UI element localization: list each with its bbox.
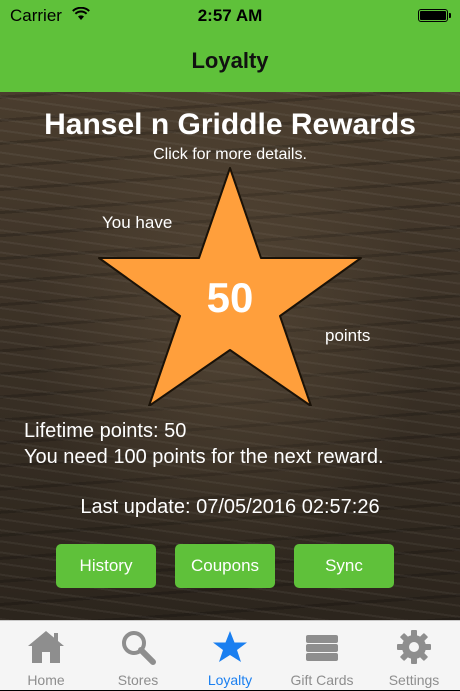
rewards-program-title: Hansel n Griddle Rewards [44, 108, 416, 141]
history-button[interactable]: History [56, 544, 156, 588]
battery-icon [418, 9, 451, 22]
page-title: Loyalty [191, 48, 269, 73]
coupons-button[interactable]: Coupons [175, 544, 275, 588]
tab-home-label: Home [27, 672, 65, 688]
tab-stores[interactable]: Stores [92, 621, 184, 691]
home-icon [28, 631, 64, 663]
you-have-label: You have [102, 213, 173, 232]
last-update-timestamp: Last update: 07/05/2016 02:57:26 [80, 496, 380, 518]
tab-gift-cards[interactable]: Gift Cards [276, 621, 368, 691]
lifetime-points: Lifetime points: 50 [24, 420, 187, 442]
points-unit-label: points [325, 326, 371, 345]
gear-icon [397, 630, 431, 664]
tab-loyalty[interactable]: Loyalty [184, 621, 276, 691]
tab-bar: Home Stores Loyalty Gift Cards Settings [0, 620, 460, 690]
star-icon [213, 631, 247, 662]
next-reward-info: You need 100 points for the next reward. [24, 446, 384, 468]
search-icon [122, 631, 156, 665]
loyalty-content: Hansel n Griddle Rewards Click for more … [0, 92, 460, 620]
tab-settings[interactable]: Settings [368, 621, 460, 691]
more-details-link[interactable]: Click for more details. [0, 146, 460, 164]
sync-button[interactable]: Sync [294, 544, 394, 588]
tab-settings-label: Settings [388, 672, 440, 688]
tab-loyalty-label: Loyalty [207, 672, 253, 688]
points-balance: 50 [206, 274, 254, 321]
status-bar: Carrier 2:57 AM [0, 0, 460, 30]
navigation-bar: Loyalty [0, 30, 460, 92]
tab-gift-cards-label: Gift Cards [290, 672, 354, 688]
clock: 2:57 AM [197, 6, 263, 25]
gift-card-icon [306, 635, 338, 661]
tab-stores-label: Stores [117, 672, 159, 688]
tab-home[interactable]: Home [0, 621, 92, 691]
